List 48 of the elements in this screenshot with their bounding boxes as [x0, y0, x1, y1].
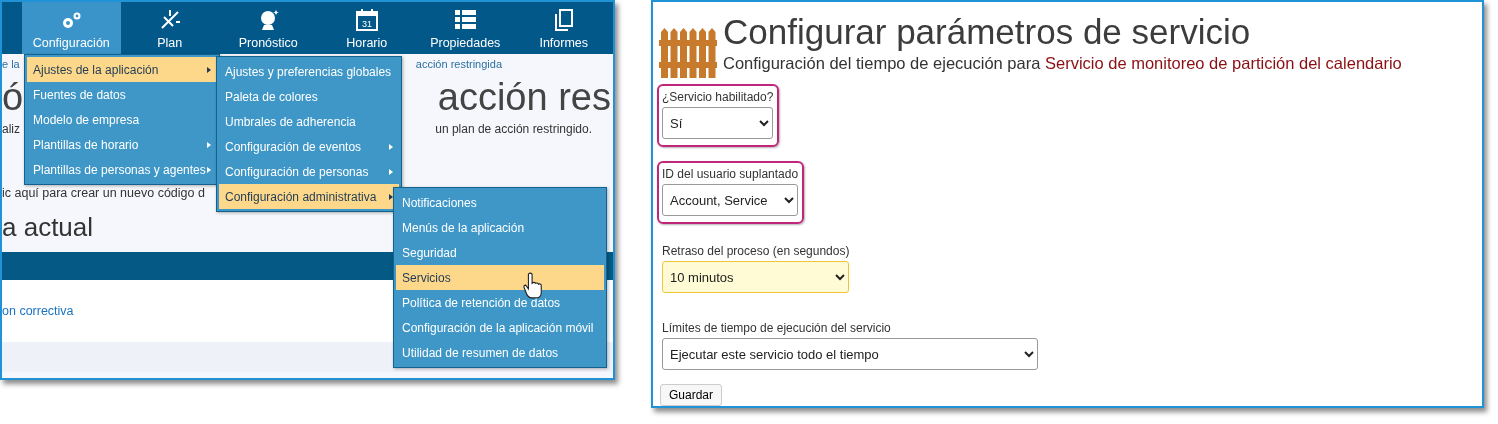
save-button[interactable]: Guardar — [660, 384, 723, 406]
dropdown-field[interactable]: Sí — [662, 107, 774, 139]
intro-text: aliz — [2, 122, 20, 138]
menu-item[interactable]: Ajustes de la aplicación — [27, 57, 217, 82]
dropdown-field[interactable]: 10 minutos — [662, 261, 850, 293]
dropdown-field[interactable]: Ejecutar este servicio todo el tiempo — [662, 338, 1038, 370]
table-link[interactable]: on correctiva — [2, 304, 74, 318]
nav-tab[interactable]: Pronóstico — [219, 2, 318, 54]
field-label: ID del usuario suplantado — [662, 167, 799, 181]
menu-item[interactable]: Servicios — [396, 265, 604, 290]
page-heading: acción res — [437, 75, 611, 119]
menu-item[interactable]: Configuración de personas — [219, 159, 399, 184]
menu-item[interactable]: Plantillas de horario — [27, 132, 217, 157]
field-label: ¿Servicio habilitado? — [662, 90, 774, 104]
menu-item[interactable]: Notificaciones — [396, 190, 604, 215]
calendar-icon: 31 — [354, 8, 379, 32]
field-label: Retraso del proceso (en segundos) — [662, 244, 850, 258]
menu-item[interactable]: Umbrales de adherencia — [219, 109, 399, 134]
menu-item[interactable]: Modelo de empresa — [27, 107, 217, 132]
intro-text: un plan de acción restringido. — [435, 122, 592, 138]
nav-tab[interactable]: Propiedades — [416, 2, 515, 54]
menu-item[interactable]: Plantillas de personas y agentes — [27, 157, 217, 182]
menu-item[interactable]: Política de retención de datos — [396, 290, 604, 315]
nav-tab[interactable]: Informes — [514, 2, 613, 54]
page-subtitle: Configuración del tiempo de ejecución para Servicio de monitoreo de partición del calendario — [723, 54, 1402, 73]
menu-item[interactable]: Configuración de eventos — [219, 134, 399, 159]
page-title: Configurar parámetros de servicio — [723, 12, 1252, 52]
section-heading: a actual — [2, 212, 94, 242]
menu-item[interactable]: Menús de la aplicación — [396, 215, 604, 240]
menu-item[interactable]: Ajustes y preferencias globales — [219, 59, 399, 84]
menu-item[interactable]: Seguridad — [396, 240, 604, 265]
breadcrumb-text[interactable]: acción restringida — [415, 58, 502, 72]
menu-item[interactable]: Utilidad de resumen de datos — [396, 340, 604, 365]
menu-item[interactable]: Paleta de colores — [219, 84, 399, 109]
nav-tab[interactable]: Configuración — [22, 2, 121, 54]
page-heading: ó — [2, 75, 24, 119]
nav-tab[interactable]: Plan — [120, 2, 219, 54]
nav-tab[interactable]: 31 Horario — [317, 2, 416, 54]
field-label: Límites de tiempo de ejecución del servicio — [662, 321, 892, 335]
breadcrumb-text[interactable]: e la — [2, 58, 20, 72]
menu-item[interactable]: Configuración administrativa — [219, 184, 399, 209]
list-icon — [453, 8, 478, 32]
fence-icon — [659, 26, 717, 78]
instruction-text: ic aquí para crear un nuevo código d — [2, 186, 205, 200]
dropdown-field[interactable]: Account, Service — [662, 184, 799, 216]
hand-cursor-icon — [522, 272, 544, 300]
menu-item[interactable]: Configuración de la aplicación móvil — [396, 315, 604, 340]
menu-item[interactable]: Fuentes de datos — [27, 82, 217, 107]
